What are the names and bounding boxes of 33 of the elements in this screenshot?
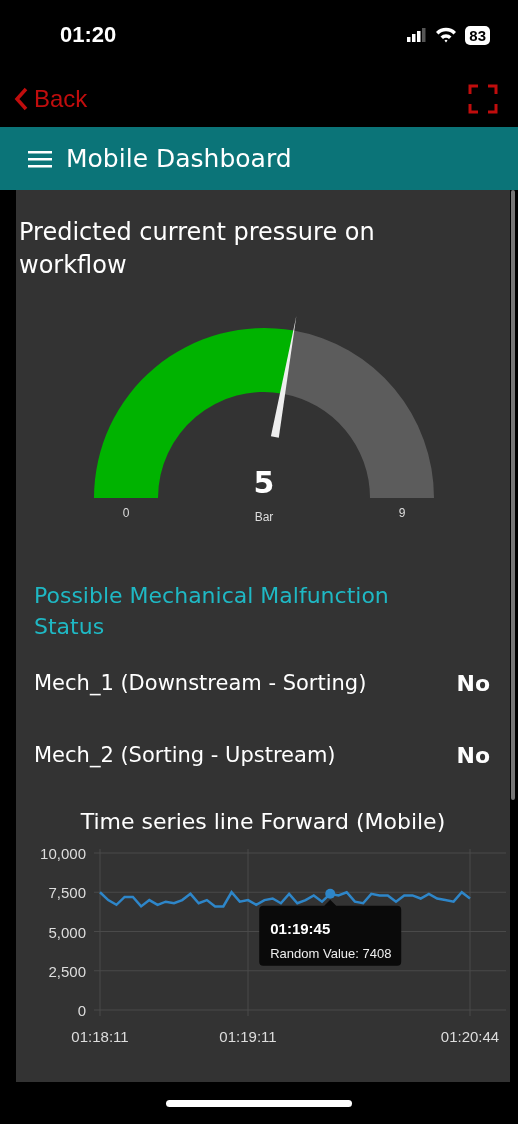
battery-level: 83 bbox=[465, 25, 490, 45]
x-tick-label: 01:19:11 bbox=[219, 1028, 277, 1045]
y-tick-label: 7,500 bbox=[48, 884, 86, 902]
home-indicator[interactable] bbox=[166, 1099, 352, 1107]
x-tick-label: 01:18:11 bbox=[71, 1028, 129, 1045]
y-tick-label: 0 bbox=[77, 1002, 86, 1019]
y-tick-label: 5,000 bbox=[48, 923, 86, 941]
gauge-max: 9 bbox=[398, 506, 406, 520]
chart-title: Time series line Forward (Mobile) bbox=[79, 809, 447, 834]
back-button[interactable]: Back bbox=[14, 84, 88, 113]
scrollbar[interactable] bbox=[511, 190, 515, 800]
status-label: Mech_2 (Sorting - Upstream) bbox=[34, 743, 336, 767]
gauge-min: 0 bbox=[122, 506, 130, 520]
signal-icon bbox=[407, 28, 428, 42]
y-tick-label: 2,500 bbox=[48, 962, 86, 980]
y-tick-label: 10,000 bbox=[40, 845, 86, 862]
status-label: Mech_1 (Downstream - Sorting) bbox=[34, 671, 367, 695]
x-tick-label: 01:20:44 bbox=[440, 1028, 500, 1045]
fullscreen-icon[interactable] bbox=[468, 83, 498, 114]
gauge-title: Predicted current pressure on workflow bbox=[18, 217, 376, 281]
tooltip-label: Random Value: 7408 bbox=[270, 945, 392, 961]
highlighted-point bbox=[325, 888, 336, 899]
tooltip-title: 01:19:45 bbox=[270, 919, 331, 937]
status-value: No bbox=[456, 670, 490, 696]
section-heading: Possible Mechanical Malfunction Status bbox=[33, 582, 390, 641]
gauge-unit: Bar bbox=[254, 510, 274, 524]
wifi-icon bbox=[435, 27, 458, 43]
gauge-value: 5 bbox=[253, 465, 275, 500]
clock: 01:20 bbox=[60, 22, 117, 48]
page-title: Mobile Dashboard bbox=[66, 144, 292, 173]
menu-icon[interactable] bbox=[28, 149, 52, 168]
chevron-left-icon bbox=[14, 86, 28, 111]
status-value: No bbox=[456, 742, 490, 768]
